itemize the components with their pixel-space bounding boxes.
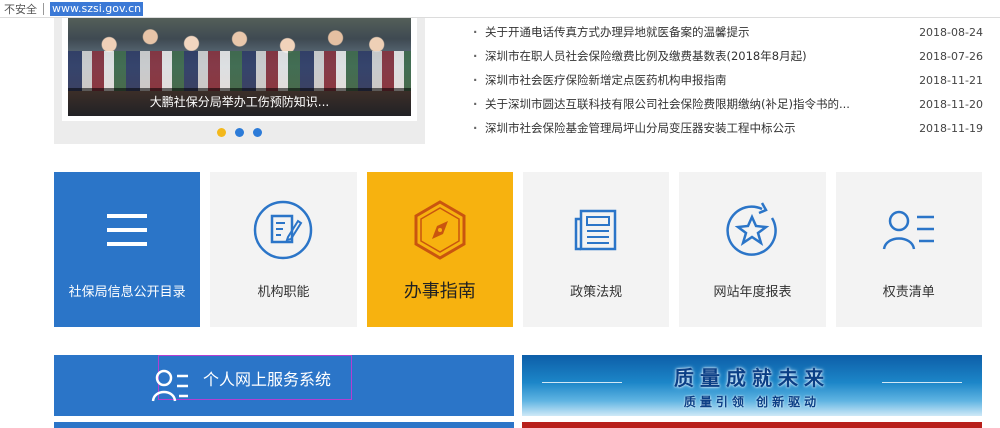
carousel-image[interactable]: 大鹏社保分局举办工伤预防知识... [68,6,411,116]
news-date: 2018-07-26 [919,49,983,63]
carousel-dots [54,128,425,137]
tile-label: 政策法规 [570,285,623,300]
document-edit-icon [252,199,314,261]
carousel-dot-3[interactable] [253,128,262,137]
newspaper-icon [571,199,621,261]
quality-banner[interactable]: 质量成就未来 质量引领 创新驱动 [522,355,982,416]
banner-rule-right [882,382,962,383]
news-title[interactable]: 关于开通电话传真方式办理异地就医备案的温馨提示 [485,24,913,40]
tile-info-disclosure[interactable]: 社保局信息公开目录 [54,172,201,327]
news-bullet: · [473,73,478,87]
address-bar[interactable]: 不安全 www.szsi.gov.cn [0,0,1000,18]
user-list-icon [151,369,188,401]
user-list-icon [881,199,937,261]
news-title[interactable]: 关于深圳市圆达互联科技有限公司社会保险费限期缴纳(补足)指令书的... [485,96,913,112]
news-carousel: 大鹏社保分局举办工伤预防知识... [54,0,425,144]
news-item[interactable]: · 关于开通电话传真方式办理异地就医备案的温馨提示 2018-08-24 [473,20,983,44]
quality-banner-subtitle: 质量引领 创新驱动 [683,394,821,409]
compass-icon [410,199,470,261]
banner-rule-left [542,382,622,383]
tile-label: 权责清单 [882,285,935,300]
tile-institution-functions[interactable]: 机构职能 [210,172,357,327]
url-text[interactable]: www.szsi.gov.cn [50,1,144,16]
news-date: 2018-11-20 [919,97,983,111]
news-list: · 关于开通电话传真方式办理异地就医备案的温馨提示 2018-08-24 · 深圳市在… [473,20,983,140]
news-item[interactable]: · 深圳市社会医疗保险新增定点医药机构申报指南 2018-11-21 [473,68,983,92]
news-bullet: · [473,49,478,63]
tile-label: 办事指南 [403,281,476,302]
news-date: 2018-11-21 [919,73,983,87]
news-item[interactable]: · 深圳市社会保险基金管理局坪山分局变压器安装工程中标公示 2018-11-19 [473,116,983,140]
news-date: 2018-08-24 [919,25,983,39]
address-separator [43,2,44,15]
news-title[interactable]: 深圳市社会保险基金管理局坪山分局变压器安装工程中标公示 [485,120,913,136]
news-bullet: · [473,121,478,135]
carousel-dot-1[interactable] [217,128,226,137]
carousel-caption[interactable]: 大鹏社保分局举办工伤预防知识... [68,88,411,116]
star-badge-icon [722,199,782,261]
carousel-image-crowd [68,51,411,91]
security-indicator[interactable]: 不安全 [0,1,43,17]
menu-icon [105,199,149,261]
tile-annual-report[interactable]: 网站年度报表 [679,172,826,327]
tile-responsibility-list[interactable]: 权责清单 [835,172,982,327]
tile-label: 机构职能 [257,285,310,300]
tile-policies-regulations[interactable]: 政策法规 [522,172,670,327]
personal-online-service-banner[interactable]: 个人网上服务系统 [54,355,514,416]
carousel-frame: 大鹏社保分局举办工伤预防知识... [62,0,417,121]
service-tiles: 社保局信息公开目录 机构职能 办事指南 政策法规 网站年度报表 权责清单 [54,172,982,327]
news-item[interactable]: · 深圳市在职人员社会保险缴费比例及缴费基数表(2018年8月起) 2018-07-… [473,44,983,68]
personal-service-label: 个人网上服务系统 [203,369,332,389]
next-banner-strip-red [522,422,982,428]
news-title[interactable]: 深圳市在职人员社会保险缴费比例及缴费基数表(2018年8月起) [485,48,913,64]
news-bullet: · [473,97,478,111]
tile-label: 社保局信息公开目录 [68,285,186,300]
quality-banner-title: 质量成就未来 [674,365,830,390]
carousel-dot-2[interactable] [235,128,244,137]
news-item[interactable]: · 关于深圳市圆达互联科技有限公司社会保险费限期缴纳(补足)指令书的... 2018… [473,92,983,116]
next-banner-strip [54,422,514,428]
news-title[interactable]: 深圳市社会医疗保险新增定点医药机构申报指南 [485,72,913,88]
news-date: 2018-11-19 [919,121,983,135]
personal-service-link[interactable]: 个人网上服务系统 [151,355,352,401]
tile-label: 网站年度报表 [713,285,792,300]
news-bullet: · [473,25,478,39]
tile-service-guide[interactable]: 办事指南 [366,172,513,327]
